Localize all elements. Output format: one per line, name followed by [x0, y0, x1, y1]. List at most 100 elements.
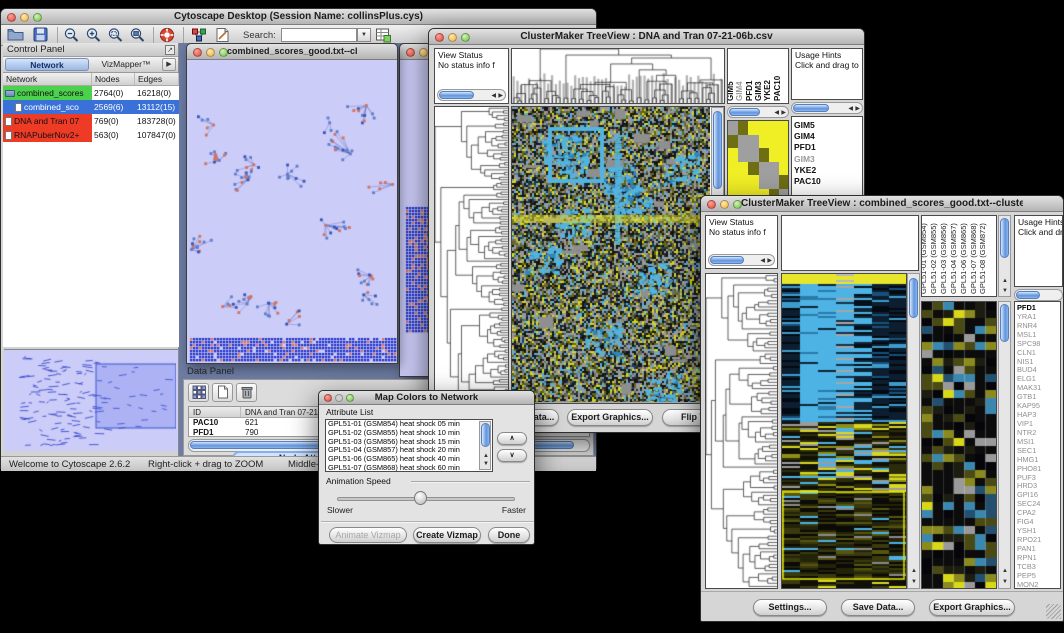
zoom-heatmap-cell[interactable] — [738, 135, 748, 149]
network-overview-canvas[interactable] — [4, 350, 176, 450]
network-overview-panel[interactable] — [4, 349, 178, 451]
global-heatmap-panel[interactable] — [781, 273, 907, 589]
export-graphics-button[interactable]: Export Graphics... — [929, 599, 1015, 616]
column-edges[interactable]: Edges — [135, 73, 179, 85]
gene-label[interactable]: PAC10 — [792, 176, 862, 187]
close-icon[interactable] — [193, 48, 202, 57]
network-list-row[interactable]: combined_sco2569(6)13112(15) — [3, 100, 179, 114]
zoom-heatmap-cell[interactable] — [759, 148, 769, 162]
gene-label[interactable]: YKE2 — [792, 165, 862, 176]
attribute-list-scrollbar[interactable]: ▲ ▼ — [479, 421, 491, 470]
scroll-left-icon[interactable]: ◀ — [774, 109, 779, 117]
close-icon[interactable] — [406, 48, 415, 57]
zoom-heatmap-cell[interactable] — [759, 175, 769, 189]
minimize-icon[interactable] — [419, 48, 428, 57]
treeview-title-bar[interactable]: ClusterMaker TreeView : DNA and Tran 07-… — [429, 29, 864, 45]
minimize-icon[interactable] — [448, 33, 457, 42]
zoom-heatmap-cell[interactable] — [759, 135, 769, 149]
zoom-fit-icon[interactable] — [129, 27, 147, 44]
column-nodes[interactable]: Nodes — [92, 73, 135, 85]
move-down-button[interactable]: ∨ — [497, 449, 527, 462]
vizmapper-icon[interactable] — [191, 27, 209, 44]
column-dendrogram-panel[interactable] — [511, 48, 725, 104]
heatmap-vscrollbar[interactable]: ▲ ▼ — [907, 273, 920, 589]
close-icon[interactable] — [707, 200, 716, 209]
zoom-heatmap-cell[interactable] — [769, 135, 779, 149]
zoom-heatmap-cell[interactable] — [779, 162, 789, 176]
zoom-heatmap-cell[interactable] — [748, 135, 758, 149]
new-attribute-icon[interactable] — [212, 383, 233, 402]
scroll-down-icon[interactable]: ▼ — [911, 579, 917, 585]
scroll-right-icon[interactable]: ▶ — [855, 105, 860, 113]
attribute-list[interactable]: GPL51-01 (GSM854) heat shock 05 minGPL51… — [325, 419, 493, 472]
zoom-heatmap-cell[interactable] — [779, 175, 789, 189]
float-panel-icon[interactable]: ↗ — [165, 45, 175, 55]
gene-label[interactable]: PFD1 — [792, 142, 862, 153]
zoom-heatmap-cell[interactable] — [748, 148, 758, 162]
scroll-right-icon[interactable]: ▶ — [498, 92, 503, 100]
scroll-up-icon[interactable]: ▲ — [483, 453, 489, 459]
network-list-row[interactable]: RNAPuberNov2+563(0)107847(0) — [3, 128, 179, 142]
gene-label[interactable]: GIM3 — [792, 154, 862, 165]
tab-network[interactable]: Network — [5, 58, 89, 71]
zoom-heatmap-cell[interactable] — [728, 135, 738, 149]
scroll-up-icon[interactable]: ▲ — [1002, 278, 1008, 284]
scroll-right-icon[interactable]: ▶ — [781, 109, 786, 117]
scroll-down-icon[interactable]: ▼ — [483, 461, 489, 467]
global-heatmap-canvas[interactable] — [782, 274, 906, 588]
zoom-heatmap-cell[interactable] — [738, 175, 748, 189]
zoom-heatmap-cell[interactable] — [728, 175, 738, 189]
scroll-up-icon[interactable]: ▲ — [911, 568, 917, 574]
zoom-heatmap-cell[interactable] — [769, 175, 779, 189]
zoom-heatmap-cell[interactable] — [769, 162, 779, 176]
zoom-heatmap-cell[interactable] — [779, 148, 789, 162]
export-graphics-button[interactable]: Export Graphics... — [567, 409, 653, 426]
zoom-window-icon[interactable] — [346, 394, 354, 402]
save-icon[interactable] — [33, 27, 51, 44]
zoom-heatmap-panel[interactable] — [921, 301, 997, 589]
zoom-heatmap-cell[interactable] — [738, 148, 748, 162]
global-heatmap-canvas[interactable] — [512, 107, 710, 403]
network-window-title-bar[interactable]: combined_scores_good.txt--cluste... — [187, 44, 397, 60]
slider-thumb[interactable] — [414, 491, 427, 505]
settings-button[interactable]: Settings... — [753, 599, 827, 616]
close-icon[interactable] — [324, 394, 332, 402]
main-title-bar[interactable]: Cytoscape Desktop (Session Name: collins… — [1, 9, 596, 25]
resize-grip[interactable] — [1046, 604, 1061, 619]
treeview-title-bar[interactable]: ClusterMaker TreeView : combined_scores_… — [701, 196, 1063, 212]
usage-hints-scrollbar[interactable] — [1014, 289, 1063, 301]
select-attributes-icon[interactable] — [188, 383, 209, 402]
dialog-title-bar[interactable]: Map Colors to Network — [319, 391, 534, 405]
network-canvas[interactable] — [187, 60, 398, 364]
zoom-heatmap-cell[interactable] — [728, 121, 738, 135]
zoom-heatmap-cell[interactable] — [779, 135, 789, 149]
scroll-up-icon[interactable]: ▲ — [1002, 568, 1008, 574]
zoom-heatmap-cell[interactable] — [769, 121, 779, 135]
zoom-heatmap-scrollbar[interactable]: ▲ ▼ — [998, 301, 1011, 589]
animate-vizmap-button[interactable]: Animate Vizmap — [329, 527, 407, 543]
help-lifesaver-icon[interactable] — [159, 27, 177, 44]
close-icon[interactable] — [435, 33, 444, 42]
search-dropdown-icon[interactable]: ▼ — [357, 28, 371, 42]
minimize-icon[interactable] — [335, 394, 343, 402]
zoom-heatmap-cell[interactable] — [759, 162, 769, 176]
gene-label[interactable]: MON2 — [1015, 581, 1060, 589]
move-up-button[interactable]: ∧ — [497, 432, 527, 445]
row-dendrogram-canvas[interactable] — [435, 107, 508, 403]
zoom-heatmap-canvas[interactable] — [922, 302, 996, 588]
tab-vizmapper[interactable]: VizMapper™ — [91, 58, 161, 71]
global-heatmap-panel[interactable] — [511, 106, 725, 404]
scroll-down-icon[interactable]: ▼ — [1002, 579, 1008, 585]
scroll-right-icon[interactable]: ▶ — [767, 257, 772, 265]
minimize-icon[interactable] — [206, 48, 215, 57]
zoom-heatmap-cell[interactable] — [728, 148, 738, 162]
search-input[interactable] — [281, 28, 357, 42]
zoom-in-icon[interactable] — [85, 27, 103, 44]
column-label-scrollbar[interactable]: ▲ ▼ — [998, 215, 1011, 297]
zoom-heatmap-cell[interactable] — [759, 121, 769, 135]
row-dendrogram-panel[interactable] — [434, 106, 509, 404]
save-data-button[interactable]: Save Data... — [841, 599, 915, 616]
delete-attribute-icon[interactable] — [236, 383, 257, 402]
annotation-icon[interactable] — [215, 27, 233, 44]
zoom-heatmap-cell[interactable] — [769, 148, 779, 162]
